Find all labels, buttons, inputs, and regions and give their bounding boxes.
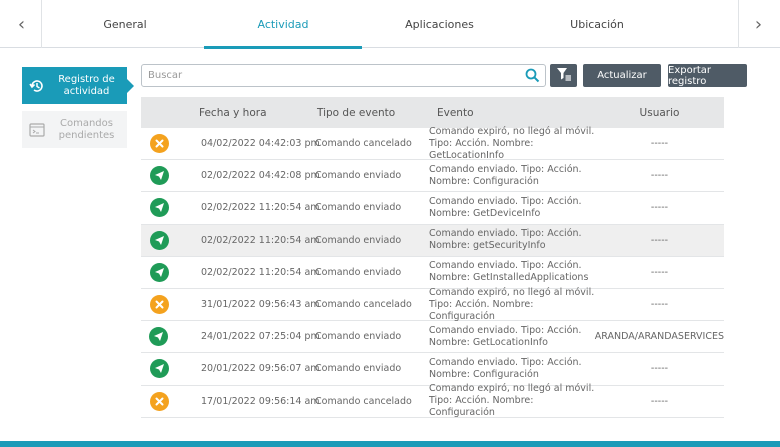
- cell-user: -----: [650, 170, 669, 182]
- tab-aplicaciones[interactable]: Aplicaciones: [362, 0, 517, 48]
- filter-icon: [556, 67, 572, 84]
- refresh-button[interactable]: Actualizar: [583, 64, 661, 87]
- cell-event: Comando enviado. Tipo: Acción. Nombre: C…: [429, 356, 582, 380]
- cell-event-type: Comando cancelado: [315, 299, 412, 311]
- table-row[interactable]: 31/01/2022 09:56:43 am Comando cancelado C…: [141, 286, 724, 322]
- tab-ubicacion[interactable]: Ubicación: [517, 0, 677, 48]
- table-body: 04/02/2022 04:42:03 pm Comando cancelado C…: [141, 125, 724, 419]
- cell-event: Comando enviado. Tipo: Acción. Nombre: g…: [429, 228, 582, 252]
- sidebar-item-label: Registro de actividad: [58, 73, 115, 97]
- cell-event: Comando expiró, no llegó al móvil. Tipo:…: [429, 125, 595, 161]
- cell-user: -----: [650, 266, 669, 278]
- cell-date: 31/01/2022 09:56:43 am: [201, 299, 320, 311]
- cell-date: 02/02/2022 04:42:08 pm: [201, 170, 320, 182]
- cell-event: Comando enviado. Tipo: Acción. Nombre: G…: [429, 260, 589, 284]
- cell-event-type: Comando enviado: [315, 363, 402, 375]
- cell-event-type: Comando enviado: [315, 234, 402, 246]
- tab-bar: ‹ General Actividad Aplicaciones Ubicaci…: [0, 0, 780, 49]
- cell-date: 02/02/2022 11:20:54 am: [201, 202, 320, 214]
- cell-date: 02/02/2022 11:20:54 am: [201, 234, 320, 246]
- sent-status-icon: [149, 359, 169, 379]
- cell-user: -----: [650, 234, 669, 246]
- cell-event-type: Comando enviado: [315, 170, 402, 182]
- table-row[interactable]: 02/02/2022 04:42:08 pm Comando enviado Com…: [141, 160, 724, 193]
- table-header: Fecha y hora Tipo de evento Evento Usuar…: [141, 97, 724, 128]
- activity-table: Fecha y hora Tipo de evento Evento Usuar…: [141, 97, 724, 418]
- cell-event: Comando enviado. Tipo: Acción. Nombre: G…: [429, 195, 582, 219]
- chevron-left-icon[interactable]: ‹: [2, 0, 42, 48]
- sidebar-item-registro-actividad[interactable]: Registro de actividad: [22, 67, 134, 104]
- cell-date: 24/01/2022 07:25:04 pm: [200, 331, 320, 343]
- cell-event: Comando expiró, no llegó al móvil. Tipo:…: [429, 383, 595, 419]
- export-button[interactable]: Exportar registro: [668, 64, 747, 87]
- search-icon[interactable]: [525, 68, 540, 86]
- column-header-event[interactable]: Evento: [427, 107, 595, 119]
- sent-status-icon: [149, 230, 169, 250]
- sent-status-icon: [149, 198, 169, 218]
- search-box: [141, 64, 546, 87]
- cell-event-type: Comando cancelado: [315, 138, 412, 150]
- column-header-user[interactable]: Usuario: [595, 107, 724, 119]
- column-header-date[interactable]: Fecha y hora: [177, 107, 313, 119]
- table-row[interactable]: 04/02/2022 04:42:03 pm Comando cancelado C…: [141, 125, 724, 161]
- table-row[interactable]: 02/02/2022 11:20:54 am Comando enviado Com…: [141, 224, 724, 257]
- table-row[interactable]: 02/02/2022 11:20:54 am Comando enviado Com…: [141, 257, 724, 289]
- cell-event-type: Comando enviado: [315, 202, 402, 214]
- table-row[interactable]: 20/01/2022 09:56:07 am Comando enviado Com…: [141, 353, 724, 386]
- cell-date: 04/02/2022 04:42:03 pm: [201, 138, 320, 150]
- cell-event-type: Comando enviado: [314, 331, 402, 343]
- cell-user: -----: [650, 395, 669, 407]
- column-header-event-type[interactable]: Tipo de evento: [313, 107, 427, 119]
- tab-actividad[interactable]: Actividad: [204, 0, 362, 49]
- history-icon: [22, 78, 52, 94]
- cell-user: -----: [650, 299, 669, 311]
- cancelled-status-icon: [149, 295, 169, 315]
- table-row[interactable]: 02/02/2022 11:20:54 am Comando enviado Com…: [141, 192, 724, 225]
- terminal-window-icon: [22, 122, 52, 137]
- cancelled-status-icon: [149, 134, 169, 154]
- cell-user: -----: [650, 138, 669, 150]
- cell-user: -----: [650, 202, 669, 214]
- chevron-right-icon[interactable]: ›: [738, 0, 778, 48]
- search-input[interactable]: [142, 65, 512, 86]
- cell-date: 17/01/2022 09:56:14 am: [201, 395, 320, 407]
- sent-status-icon: [149, 166, 169, 186]
- cell-user: ARANDA/ARANDASERVICES: [594, 331, 724, 343]
- cell-event: Comando expiró, no llegó al móvil. Tipo:…: [429, 286, 595, 322]
- cancelled-status-icon: [149, 391, 169, 411]
- cell-date: 02/02/2022 11:20:54 am: [201, 266, 320, 278]
- tab-general[interactable]: General: [46, 0, 204, 48]
- cell-event-type: Comando enviado: [315, 266, 402, 278]
- filter-button[interactable]: [550, 64, 577, 87]
- sent-status-icon: [149, 327, 169, 347]
- cell-event: Comando enviado. Tipo: Acción. Nombre: C…: [429, 163, 582, 187]
- sidebar-item-comandos-pendientes[interactable]: Comandos pendientes: [22, 111, 127, 148]
- cell-date: 20/01/2022 09:56:07 am: [201, 363, 320, 375]
- cell-event: Comando enviado. Tipo: Acción. Nombre: G…: [428, 324, 582, 348]
- sent-status-icon: [149, 262, 169, 282]
- cell-user: -----: [650, 363, 669, 375]
- sidebar-item-label: Comandos pendientes: [58, 117, 115, 141]
- table-row[interactable]: 17/01/2022 09:56:14 am Comando cancelado C…: [141, 383, 724, 419]
- bottom-accent-bar: [0, 441, 780, 447]
- table-row[interactable]: 24/01/2022 07:25:04 pm Comando enviado Com…: [141, 321, 724, 354]
- cell-event-type: Comando cancelado: [315, 395, 412, 407]
